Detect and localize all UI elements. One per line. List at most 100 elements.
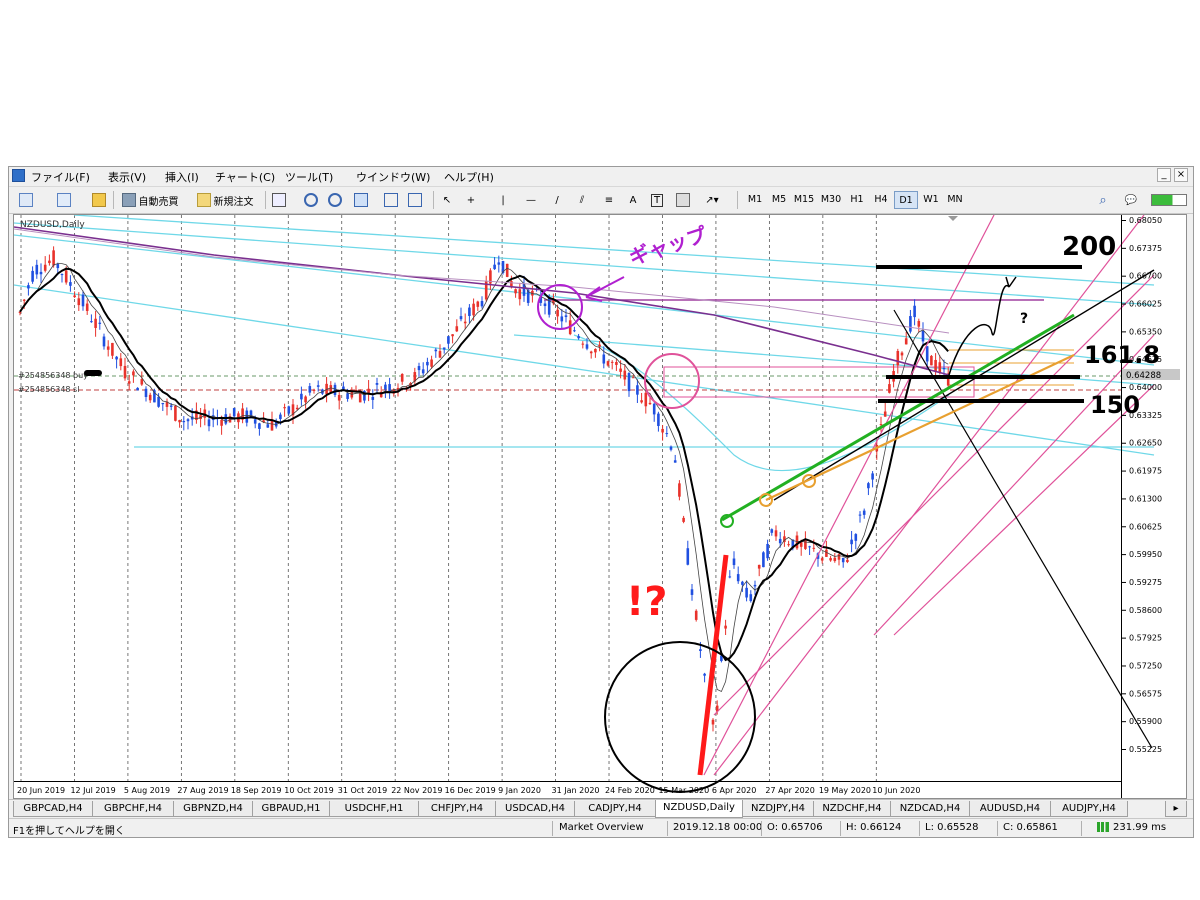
timeframe-m30[interactable]: M30: [819, 191, 843, 209]
symbol-tab[interactable]: NZDJPY,H4: [742, 801, 814, 817]
price-tick-mark: [1122, 303, 1126, 305]
candle-body: [833, 557, 837, 562]
menu-tools[interactable]: ツール(T): [285, 169, 333, 185]
symbol-tab[interactable]: NZDCHF,H4: [813, 801, 891, 817]
candle-body: [547, 297, 551, 315]
trendline-button[interactable]: /: [547, 190, 567, 210]
candle-body: [111, 342, 114, 356]
price-tick-label: 0.65350: [1129, 327, 1162, 336]
symbol-tab[interactable]: AUDJPY,H4: [1050, 801, 1128, 817]
date-tick-label: 9 Jan 2020: [498, 786, 541, 795]
menu-charts[interactable]: チャート(C): [215, 169, 275, 185]
mt4-window: ファイル(F) 表示(V) 挿入(I) チャート(C) ツール(T) ウインドウ…: [8, 166, 1194, 838]
redaction-mark: [84, 370, 102, 376]
candle-body: [682, 517, 685, 522]
candle-body: [106, 346, 110, 350]
chat-button[interactable]: 💬: [1119, 190, 1143, 210]
symbol-tab[interactable]: GBPAUD,H1: [252, 801, 330, 817]
crosshair-button[interactable]: +: [461, 190, 481, 210]
candle-body: [778, 538, 782, 544]
new-chart-button[interactable]: [15, 190, 37, 210]
timeframe-w1[interactable]: W1: [919, 191, 943, 209]
status-datetime: 2019.12.18 00:00: [673, 822, 763, 833]
menu-insert[interactable]: 挿入(I): [165, 169, 199, 185]
market-watch-button[interactable]: [89, 190, 109, 210]
candle-body: [850, 539, 853, 545]
timeframe-m5[interactable]: M5: [767, 191, 791, 209]
symbol-tab[interactable]: CADJPY,H4: [574, 801, 656, 817]
status-high: H: 0.66124: [846, 822, 902, 833]
candle-body: [39, 271, 43, 275]
text-label-button[interactable]: T: [647, 190, 667, 210]
new-order-button[interactable]: 新規注文: [190, 190, 260, 210]
date-tick-label: 12 Jul 2019: [70, 786, 115, 795]
minimize-button[interactable]: _: [1157, 168, 1171, 182]
candle-body: [577, 336, 580, 339]
price-tick-mark: [1122, 470, 1126, 472]
crosshair-icon: +: [466, 194, 476, 206]
trendline-icon: /: [555, 194, 559, 206]
symbol-tab[interactable]: GBPNZD,H4: [173, 801, 253, 817]
candle-body: [829, 558, 832, 561]
shapes-dropdown-button[interactable]: ↗▾: [699, 190, 725, 210]
menu-help[interactable]: ヘルプ(H): [444, 169, 494, 185]
date-tick-label: 5 Aug 2019: [124, 786, 170, 795]
menu-view[interactable]: 表示(V): [108, 169, 146, 185]
symbol-tab[interactable]: GBPCHF,H4: [92, 801, 174, 817]
symbol-tab[interactable]: AUDUSD,H4: [969, 801, 1051, 817]
price-tick-label: 0.59275: [1129, 578, 1162, 587]
chart-shift-button[interactable]: [381, 190, 401, 210]
symbol-tab[interactable]: CHFJPY,H4: [418, 801, 496, 817]
candle-body: [913, 305, 916, 318]
equidistant-channel-button[interactable]: ⫽: [571, 190, 593, 210]
menu-window[interactable]: ウインドウ(W): [356, 169, 430, 185]
candle-body: [90, 321, 93, 323]
symbol-tab[interactable]: NZDUSD,Daily: [655, 800, 743, 818]
date-tick-label: 6 Apr 2020: [712, 786, 756, 795]
fibonacci-button[interactable]: ≡: [599, 190, 619, 210]
tile-windows-button[interactable]: [351, 190, 371, 210]
symbol-tab[interactable]: NZDCAD,H4: [890, 801, 970, 817]
symbol-tabs-bar: GBPCAD,H4 GBPCHF,H4 GBPNZD,H4 GBPAUD,H1 USDC…: [9, 799, 1193, 818]
timeframe-m1[interactable]: M1: [743, 191, 767, 209]
bar-chart-button[interactable]: [269, 190, 289, 210]
menu-file[interactable]: ファイル(F): [31, 169, 90, 185]
profiles-button[interactable]: [53, 190, 75, 210]
horizontal-line-button[interactable]: —: [521, 190, 541, 210]
timeframe-mn[interactable]: MN: [943, 191, 967, 209]
timeframe-d1[interactable]: D1: [894, 191, 918, 209]
candle-body: [581, 343, 585, 345]
date-tick-label: 18 Sep 2019: [231, 786, 282, 795]
candle-body: [888, 384, 891, 393]
timeframe-h4[interactable]: H4: [869, 191, 893, 209]
tab-scroll-button[interactable]: ▸: [1165, 801, 1187, 817]
auto-trading-button[interactable]: 自動売買: [116, 190, 184, 210]
autoscroll-button[interactable]: [405, 190, 425, 210]
candle-body: [610, 361, 614, 363]
shift-marker-icon: [948, 216, 958, 221]
symbol-tab[interactable]: USDCAD,H4: [495, 801, 575, 817]
candle-body: [879, 424, 883, 426]
candle-body: [232, 408, 236, 417]
timeframe-h1[interactable]: H1: [845, 191, 869, 209]
candle-body: [711, 719, 715, 725]
text-button[interactable]: A: [623, 190, 643, 210]
candle-body: [749, 594, 753, 602]
timeframe-m15[interactable]: M15: [792, 191, 816, 209]
vertical-line-button[interactable]: |: [495, 190, 511, 210]
zoom-in-button[interactable]: [301, 190, 321, 210]
chart-window[interactable]: ギャップ 200 161.8 150?!? 0.68050 0.67375 0.66700…: [13, 214, 1187, 799]
search-button[interactable]: ⌕: [1093, 190, 1113, 210]
candle-body: [904, 338, 908, 345]
arrows-button[interactable]: [673, 190, 693, 210]
price-chart[interactable]: ギャップ 200161.8150?!? 0.680500.673750.66700…: [14, 215, 1186, 798]
close-button[interactable]: ×: [1174, 168, 1188, 182]
symbol-tab[interactable]: USDCHF,H1: [329, 801, 419, 817]
candle-body: [774, 530, 778, 537]
zoom-out-button[interactable]: [325, 190, 345, 210]
symbol-tab[interactable]: GBPCAD,H4: [13, 801, 93, 817]
cursor-button[interactable]: ↖: [437, 190, 457, 210]
candle-body: [258, 423, 261, 429]
chat-icon: 💬: [1124, 194, 1138, 206]
zoom-in-icon: [304, 193, 318, 207]
